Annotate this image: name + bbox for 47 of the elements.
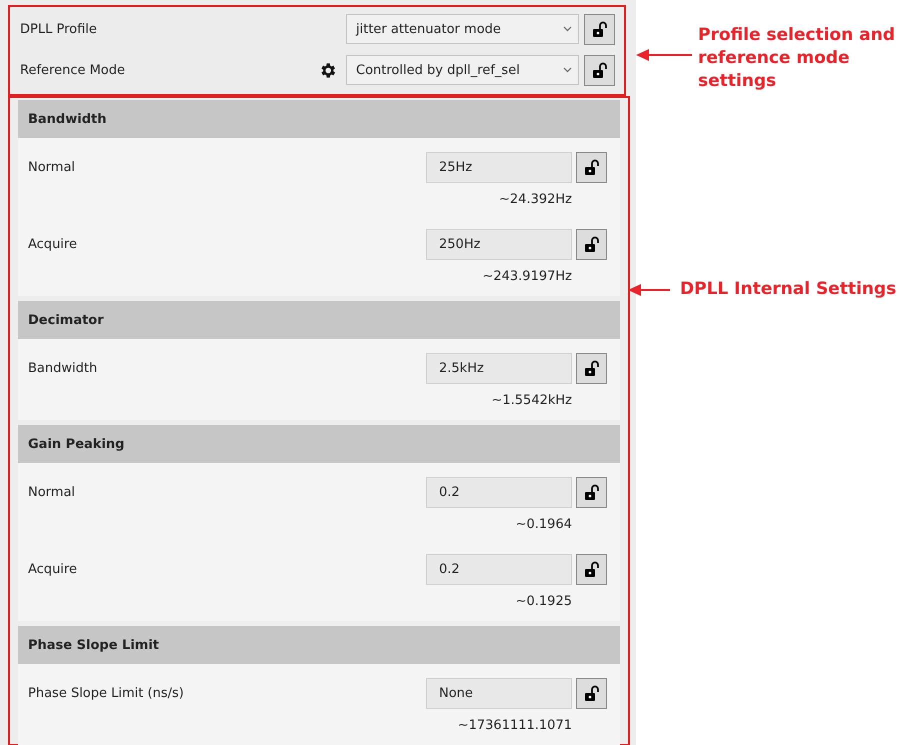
unlocked-padlock-icon bbox=[591, 62, 608, 78]
unlocked-padlock-icon bbox=[583, 685, 600, 702]
computed-value: ~17361111.1071 bbox=[458, 718, 572, 733]
annotation-text: DPLL Internal Settings bbox=[680, 278, 898, 301]
unlocked-padlock-icon bbox=[583, 360, 600, 377]
unlocked-padlock-icon bbox=[583, 159, 600, 176]
section-header: Decimator bbox=[18, 301, 620, 339]
field-label: DPLL Profile bbox=[20, 22, 97, 36]
dropdown[interactable]: Controlled by dpll_ref_sel bbox=[346, 55, 579, 85]
section-header: Bandwidth bbox=[18, 100, 620, 138]
computed-value: ~24.392Hz bbox=[499, 192, 572, 207]
unlocked-padlock-icon bbox=[591, 20, 608, 38]
input-field[interactable]: 2.5kHz bbox=[426, 353, 572, 384]
field-label: Phase Slope Limit (ns/s) bbox=[28, 686, 184, 701]
field-label: Bandwidth bbox=[28, 361, 98, 376]
annotation-text: Profile selection and reference mode settings bbox=[698, 24, 896, 93]
field-label: Reference Mode bbox=[20, 62, 126, 78]
lock-button[interactable] bbox=[584, 54, 615, 86]
section-header: Phase Slope Limit bbox=[18, 626, 620, 664]
chevron-down-icon bbox=[563, 26, 572, 32]
annotation-arrow bbox=[636, 48, 692, 62]
lock-button[interactable] bbox=[576, 229, 607, 260]
input-field[interactable]: 250Hz bbox=[426, 229, 572, 260]
input-field[interactable]: None bbox=[426, 678, 572, 709]
unlocked-padlock-icon bbox=[583, 561, 600, 578]
lock-button[interactable] bbox=[576, 554, 607, 585]
lock-button[interactable] bbox=[576, 678, 607, 709]
dropdown[interactable]: jitter attenuator mode bbox=[346, 14, 579, 44]
field-label: Normal bbox=[28, 160, 76, 175]
unlocked-padlock-icon bbox=[583, 236, 600, 253]
unlocked-padlock-icon bbox=[583, 484, 600, 501]
field-label: Acquire bbox=[28, 237, 77, 252]
lock-button[interactable] bbox=[584, 14, 615, 44]
computed-value: ~0.1964 bbox=[516, 517, 572, 532]
input-field[interactable]: 25Hz bbox=[426, 152, 572, 183]
field-label: Acquire bbox=[28, 562, 77, 577]
lock-button[interactable] bbox=[576, 353, 607, 384]
input-field[interactable]: 0.2 bbox=[426, 477, 572, 508]
chevron-down-icon bbox=[563, 67, 572, 73]
field-label: Normal bbox=[28, 485, 76, 500]
lock-button[interactable] bbox=[576, 152, 607, 183]
computed-value: ~243.9197Hz bbox=[482, 269, 572, 284]
computed-value: ~0.1925 bbox=[516, 594, 572, 609]
computed-value: ~1.5542kHz bbox=[491, 393, 572, 408]
input-field[interactable]: 0.2 bbox=[426, 554, 572, 585]
section-header: Gain Peaking bbox=[18, 425, 620, 463]
lock-button[interactable] bbox=[576, 477, 607, 508]
